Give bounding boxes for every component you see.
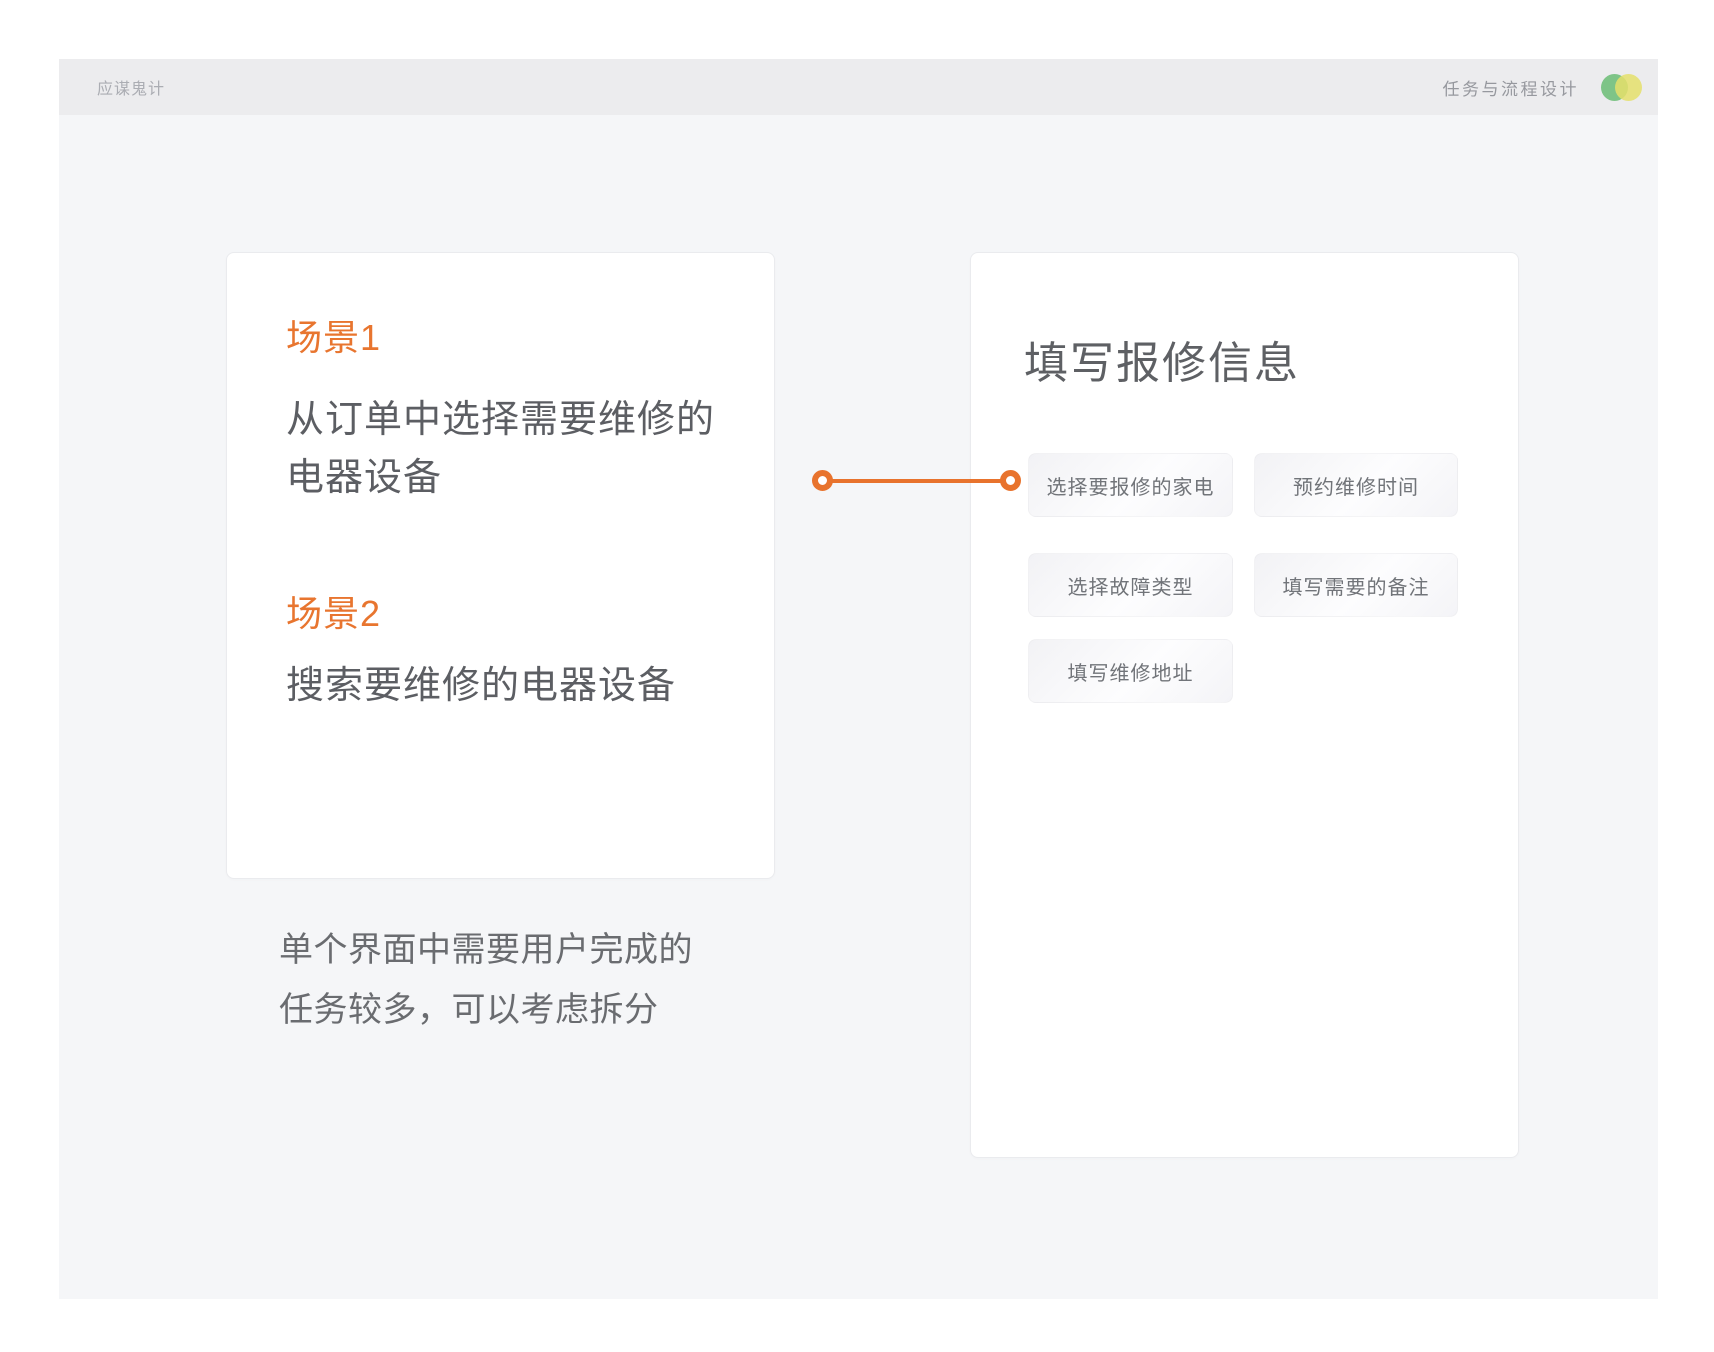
yellow-circle-icon [1615, 74, 1642, 101]
header-right-group: 任务与流程设计 [1443, 74, 1643, 101]
header-title: 任务与流程设计 [1443, 75, 1580, 100]
caption-note: 单个界面中需要用户完成的 任务较多，可以考虑拆分 [279, 920, 693, 1040]
form-title: 填写报修信息 [1024, 336, 1300, 392]
brand-text: 应谋鬼计 [97, 75, 165, 99]
repair-form-card: 填写报修信息 选择要报修的家电 预约维修时间 选择故障类型 填写需要的备注 填写… [970, 252, 1519, 1158]
scenario-1-label: 场景1 [286, 313, 381, 363]
button-remarks[interactable]: 填写需要的备注 [1254, 553, 1458, 617]
header-bar: 应谋鬼计 任务与流程设计 [59, 59, 1658, 115]
caption-line-2: 任务较多，可以考虑拆分 [279, 980, 693, 1040]
button-schedule-time[interactable]: 预约维修时间 [1254, 453, 1458, 517]
connector-endpoint-right-icon [1000, 470, 1021, 491]
scenario-2-label: 场景2 [286, 589, 381, 639]
scenario-card: 场景1 从订单中选择需要维修的电器设备 场景2 搜索要维修的电器设备 [226, 252, 775, 879]
connector-endpoint-left-icon [812, 470, 833, 491]
button-fault-type[interactable]: 选择故障类型 [1028, 553, 1233, 617]
overlapping-circles-logo-icon [1601, 74, 1642, 101]
scenario-1-text: 从订单中选择需要维修的电器设备 [286, 391, 734, 507]
button-select-appliance[interactable]: 选择要报修的家电 [1028, 453, 1233, 517]
caption-line-1: 单个界面中需要用户完成的 [279, 920, 693, 980]
scenario-2-text: 搜索要维修的电器设备 [286, 657, 734, 715]
slide-canvas: 应谋鬼计 任务与流程设计 场景1 从订单中选择需要维修的电器设备 场景2 搜索要… [0, 0, 1714, 1352]
button-repair-address[interactable]: 填写维修地址 [1028, 639, 1233, 703]
connector-line [823, 479, 1011, 483]
